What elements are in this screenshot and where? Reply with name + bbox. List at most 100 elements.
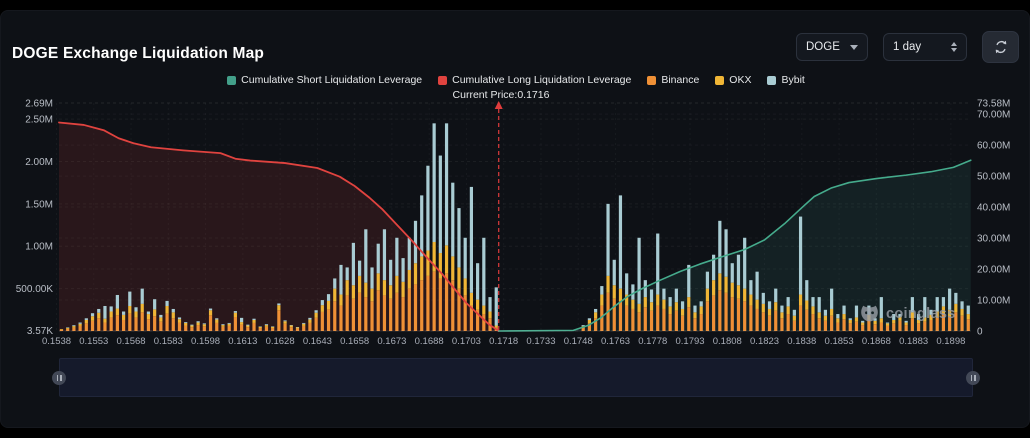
- liquidation-bar-okx: [849, 320, 852, 323]
- liquidation-bar-binance: [644, 307, 647, 331]
- liquidation-bar-okx: [221, 325, 224, 327]
- liquidation-bar-binance: [818, 318, 821, 331]
- range-navigator[interactable]: [59, 358, 973, 397]
- liquidation-bar-okx: [768, 309, 771, 316]
- liquidation-bar-okx: [755, 300, 758, 309]
- liquidation-bar-okx: [476, 300, 479, 310]
- liquidation-bar-binance: [103, 323, 106, 331]
- liquidation-bar-binance: [277, 310, 280, 331]
- liquidation-bar-bybit: [625, 273, 628, 294]
- liquidation-bar-bybit: [370, 267, 373, 288]
- liquidation-bar-binance: [134, 317, 137, 331]
- liquidation-bar-binance: [905, 325, 908, 331]
- x-tick: 0.1598: [191, 336, 220, 347]
- liquidation-bar-okx: [383, 280, 386, 295]
- liquidation-bar-okx: [246, 325, 249, 327]
- liquidation-bar-okx: [482, 306, 485, 314]
- liquidation-bar-okx: [855, 317, 858, 321]
- liquidation-bar-okx: [184, 323, 187, 326]
- navigator-left-handle[interactable]: [52, 371, 66, 385]
- liquidation-bar-bybit: [737, 255, 740, 286]
- liquidation-bar-bybit: [203, 323, 206, 324]
- liquidation-bar-okx: [656, 295, 659, 306]
- x-tick: 0.1718: [489, 336, 518, 347]
- liquidation-bar-bybit: [116, 295, 119, 309]
- liquidation-bar-bybit: [358, 261, 361, 276]
- liquidation-bar-binance: [656, 306, 659, 331]
- liquidation-bar-bybit: [606, 204, 609, 276]
- liquidation-bar-bybit: [836, 314, 839, 318]
- liquidation-bar-binance: [172, 318, 175, 331]
- liquidation-bar-binance: [370, 301, 373, 331]
- liquidation-bar-okx: [116, 309, 119, 316]
- liquidation-bar-bybit: [476, 263, 479, 299]
- liquidation-bar-okx: [662, 300, 665, 309]
- liquidation-bar-bybit: [209, 309, 212, 311]
- liquidation-bar-binance: [153, 316, 156, 331]
- liquidation-bar-bybit: [768, 301, 771, 309]
- liquidation-bar-bybit: [855, 306, 858, 318]
- liquidation-bar-okx: [79, 324, 82, 326]
- liquidation-bar-okx: [91, 316, 94, 321]
- liquidation-bar-bybit: [395, 238, 398, 276]
- liquidation-bar-okx: [209, 310, 212, 315]
- liquidation-bar-bybit: [433, 123, 436, 242]
- liquidation-bar-okx: [165, 306, 168, 314]
- liquidation-bar-bybit: [793, 310, 796, 316]
- y-right-tick: 30.00M: [977, 234, 1010, 245]
- liquidation-bar-binance: [85, 323, 88, 331]
- navigator-right-handle[interactable]: [966, 371, 980, 385]
- liquidation-bar-okx: [103, 319, 106, 323]
- liquidation-bar-bybit: [159, 315, 162, 318]
- y-left-tick: 2.50M: [25, 115, 53, 126]
- x-tick: 0.1688: [415, 336, 444, 347]
- liquidation-bar-binance: [333, 301, 336, 331]
- liquidation-bar-okx: [66, 328, 69, 329]
- y-left-tick: 500.00K: [16, 284, 54, 295]
- liquidation-bar-okx: [395, 276, 398, 293]
- liquidation-bar-okx: [799, 295, 802, 306]
- liquidation-bar-bybit: [72, 325, 75, 326]
- liquidation-bar-okx: [72, 326, 75, 328]
- liquidation-bar-okx: [97, 313, 100, 319]
- liquidation-bar-okx: [818, 312, 821, 318]
- liquidation-bar-binance: [482, 314, 485, 331]
- liquidation-bar-okx: [110, 312, 113, 318]
- liquidation-bar-okx: [464, 278, 467, 295]
- liquidation-bar-bybit: [228, 323, 231, 324]
- liquidation-bar-okx: [134, 312, 137, 318]
- liquidation-bar-bybit: [787, 297, 790, 306]
- liquidation-bar-okx: [178, 319, 181, 322]
- liquidation-bar-okx: [687, 297, 690, 307]
- liquidation-bar-okx: [762, 304, 765, 312]
- liquidation-bar-binance: [755, 309, 758, 331]
- liquidation-bar-binance: [650, 311, 653, 331]
- liquidation-bar-bybit: [103, 306, 106, 319]
- x-tick: 0.1568: [117, 336, 146, 347]
- liquidation-bar-binance: [718, 290, 721, 331]
- liquidation-bar-okx: [252, 320, 255, 323]
- liquidation-bar-bybit: [799, 217, 802, 295]
- liquidation-bar-binance: [265, 327, 268, 331]
- liquidation-bar-binance: [960, 316, 963, 331]
- liquidation-bar-bybit: [277, 303, 280, 305]
- liquidation-bar-binance: [855, 322, 858, 331]
- liquidation-bar-bybit: [724, 229, 727, 276]
- liquidation-bar-okx: [327, 301, 330, 309]
- x-tick: 0.1658: [340, 336, 369, 347]
- x-tick: 0.1853: [825, 336, 854, 347]
- liquidation-bar-okx: [606, 276, 609, 293]
- liquidation-bar-okx: [830, 309, 833, 316]
- liquidation-bar-bybit: [172, 309, 175, 312]
- liquidation-bar-bybit: [383, 229, 386, 280]
- liquidation-bar-bybit: [830, 289, 833, 309]
- x-tick: 0.1553: [79, 336, 108, 347]
- liquidation-bar-bybit: [780, 306, 783, 313]
- liquidation-bar-bybit: [693, 306, 696, 313]
- liquidation-bar-bybit: [97, 309, 100, 313]
- liquidation-bar-okx: [259, 327, 262, 328]
- liquidation-bar-binance: [743, 301, 746, 331]
- liquidation-bar-binance: [377, 290, 380, 331]
- liquidation-bar-bybit: [234, 311, 237, 313]
- liquidation-bar-binance: [252, 323, 255, 331]
